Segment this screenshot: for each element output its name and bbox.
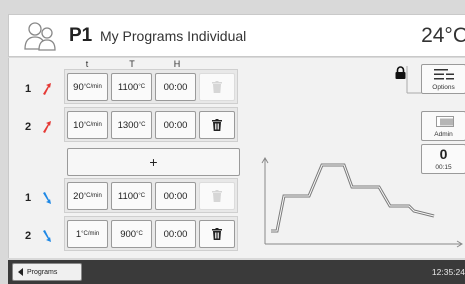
temperature-unit: °C: [138, 193, 146, 199]
rate-value: 90: [73, 81, 84, 93]
cool-arrow-icon: [43, 192, 51, 204]
rate-field[interactable]: 20 °C/min: [67, 182, 108, 210]
trash-icon: [212, 81, 222, 93]
programs-label: Programs: [27, 268, 58, 276]
rate-unit: °C/min: [83, 193, 102, 199]
hold-field[interactable]: 00:00: [155, 182, 196, 210]
rate-field[interactable]: 90 °C/min: [67, 73, 108, 101]
options-label: Options: [432, 84, 455, 91]
trash-icon: [212, 119, 222, 131]
heating-row-2: 10 °C/min 1300 °C 00:00: [64, 107, 238, 142]
heating-row-1-number: 1: [25, 83, 32, 95]
cooling-row-1-number: 1: [25, 192, 32, 204]
temperature-unit: °C: [138, 84, 146, 90]
admin-button[interactable]: Admin: [421, 111, 465, 141]
trash-icon: [212, 190, 222, 202]
options-button[interactable]: Options: [421, 64, 465, 94]
delete-button[interactable]: [199, 220, 235, 248]
options-icon: [434, 69, 454, 80]
heating-row-2-number: 2: [25, 121, 32, 133]
temperature-value: 1100: [117, 81, 139, 93]
program-editor: t T H 1 90 °C/min 1100 °C 00:00 2 10 °C/…: [8, 58, 465, 258]
temperature-value: 1300: [117, 119, 139, 131]
temperature-value: 1100: [117, 190, 139, 202]
cooling-row-2: 1 °C/min 900 °C 00:00: [64, 216, 238, 251]
heat-arrow-icon: [43, 121, 51, 133]
add-segment-button[interactable]: +: [67, 148, 240, 176]
back-arrow-icon: [18, 268, 23, 276]
cooling-row-2-number: 2: [25, 230, 32, 242]
trash-icon: [212, 228, 222, 240]
temperature-readout: 24°C: [421, 24, 465, 47]
temperature-unit: °C: [136, 231, 143, 237]
cooling-row-1: 20 °C/min 1100 °C 00:00: [64, 178, 238, 213]
program-name: My Programs Individual: [100, 28, 247, 44]
hold-field[interactable]: 00:00: [155, 111, 196, 139]
cool-arrow-icon: [43, 230, 51, 242]
heat-arrow-icon: [43, 83, 51, 95]
temperature-field[interactable]: 1100 °C: [111, 73, 152, 101]
app-frame: P1 My Programs Individual 24°C t T H 1 9…: [0, 0, 465, 284]
column-header-T: T: [129, 59, 135, 69]
admin-icon: [436, 116, 454, 127]
temperature-unit: °C: [138, 122, 146, 128]
delete-button[interactable]: [199, 111, 235, 139]
hold-field[interactable]: 00:00: [155, 73, 196, 101]
temperature-value: 900: [120, 228, 137, 240]
column-header-t: t: [85, 59, 89, 69]
lock-divider: [406, 66, 421, 94]
program-id: P1: [69, 25, 93, 46]
temperature-field[interactable]: 1300 °C: [111, 111, 152, 139]
rate-unit: °C/min: [81, 231, 100, 237]
rate-unit: °C/min: [83, 84, 102, 90]
rate-field[interactable]: 1 °C/min: [67, 220, 108, 248]
delete-button[interactable]: [199, 182, 235, 210]
rate-value: 10: [73, 119, 84, 131]
column-header-H: H: [173, 59, 181, 69]
admin-label: Admin: [434, 131, 453, 138]
firing-curve: [261, 157, 463, 248]
rate-field[interactable]: 10 °C/min: [67, 111, 108, 139]
delete-button[interactable]: [199, 73, 235, 101]
rate-unit: °C/min: [83, 122, 102, 128]
footer-bar: Programs 12:35:24: [8, 260, 465, 284]
rate-value: 20: [73, 190, 84, 202]
user-icon[interactable]: [23, 20, 57, 52]
lock-icon: [395, 65, 406, 79]
clock: 12:35:24: [431, 267, 465, 277]
temperature-field[interactable]: 900 °C: [111, 220, 152, 248]
temperature-field[interactable]: 1100 °C: [111, 182, 152, 210]
programs-button[interactable]: Programs: [12, 263, 82, 281]
heating-row-1: 90 °C/min 1100 °C 00:00: [64, 69, 238, 104]
hold-field[interactable]: 00:00: [155, 220, 196, 248]
header-bar: P1 My Programs Individual 24°C: [8, 14, 465, 57]
